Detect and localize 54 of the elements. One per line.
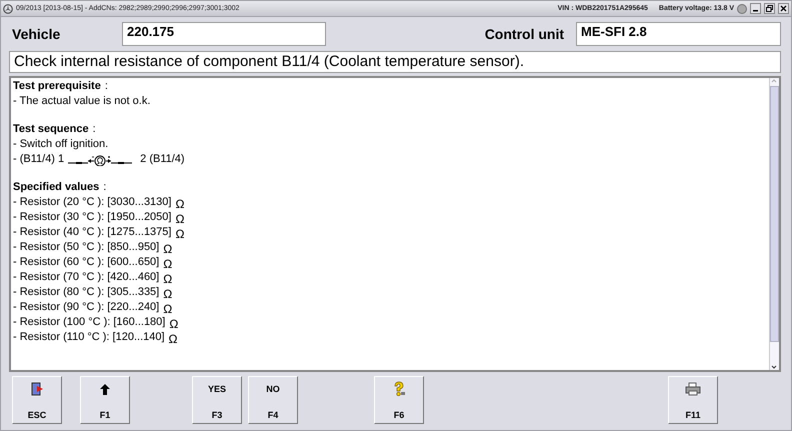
resistor-value: - Resistor (20 °C ): [3030...3130] (13, 195, 172, 210)
ohm-unit: Ω (175, 227, 184, 242)
ohm-unit: Ω (175, 197, 184, 212)
close-button[interactable] (778, 3, 789, 14)
colon: : (104, 79, 108, 94)
resistor-value: - Resistor (40 °C ): [1275...1375] (13, 225, 172, 240)
ohm-unit: Ω (163, 302, 172, 317)
function-key-button[interactable]: ESC (12, 376, 62, 424)
door-icon (30, 382, 44, 396)
ohm-unit: Ω (163, 242, 172, 257)
scroll-down-icon[interactable] (770, 364, 778, 370)
ohm-unit: Ω (169, 317, 178, 332)
resistor-value: - Resistor (110 °C ): [120...140] (13, 330, 165, 345)
section-heading: Specified values (13, 180, 100, 195)
function-key-button[interactable]: F1 (80, 376, 130, 424)
ohm-unit: Ω (163, 272, 172, 287)
resistor-value: - Resistor (90 °C ): [220...240] (13, 300, 160, 315)
section-heading: Test prerequisite (13, 79, 101, 94)
ohm-unit: Ω (175, 212, 184, 227)
resistor-value: - Resistor (70 °C ): [420...460] (13, 270, 160, 285)
colon: : (92, 122, 96, 137)
close-icon (780, 5, 787, 12)
resistor-value: - Resistor (100 °C ): [160...180] (13, 315, 166, 330)
resistor-value: - Resistor (80 °C ): [305...335] (13, 285, 160, 300)
pin-label: - (B11/4) 1 (13, 152, 64, 167)
ohm-unit: Ω (163, 287, 172, 302)
info-line: - Switch off ignition. (13, 137, 108, 152)
function-key-button[interactable]: F11 (668, 376, 718, 424)
control-unit-field: ME-SFI 2.8 (576, 22, 781, 46)
resistor-value: - Resistor (60 °C ): [600...650] (13, 255, 160, 270)
up-arrow-icon (100, 384, 110, 394)
ohm-unit: Ω (168, 332, 178, 347)
status-icon (737, 4, 747, 14)
instruction-text: Check internal resistance of component B11/4 (Coolant temperature sensor). (9, 51, 781, 73)
info-line: - The actual value is not o.k. (13, 94, 150, 109)
minimize-button[interactable] (750, 3, 761, 14)
function-key-button[interactable]: NO F4 (248, 376, 298, 424)
function-key-button[interactable]: YES F3 (192, 376, 242, 424)
restore-icon (766, 5, 773, 12)
restore-button[interactable] (764, 3, 775, 14)
section-heading: Test sequence (13, 122, 89, 137)
control-unit-label: Control unit (484, 26, 564, 42)
printer-icon (685, 382, 701, 396)
help-icon (392, 381, 406, 397)
pin-label: 2 (B11/4) (140, 152, 185, 167)
resistor-value: - Resistor (50 °C ): [850...950] (13, 240, 160, 255)
function-key-button[interactable]: F6 (374, 376, 424, 424)
resistor-value: - Resistor (30 °C ): [1950...2050] (13, 210, 172, 225)
scrollbar[interactable] (769, 78, 779, 370)
star-logo-icon (3, 4, 13, 14)
vehicle-field: 220.175 (122, 22, 326, 46)
ohm-unit: Ω (163, 257, 172, 272)
vehicle-label: Vehicle (12, 26, 62, 42)
colon: : (103, 180, 106, 195)
